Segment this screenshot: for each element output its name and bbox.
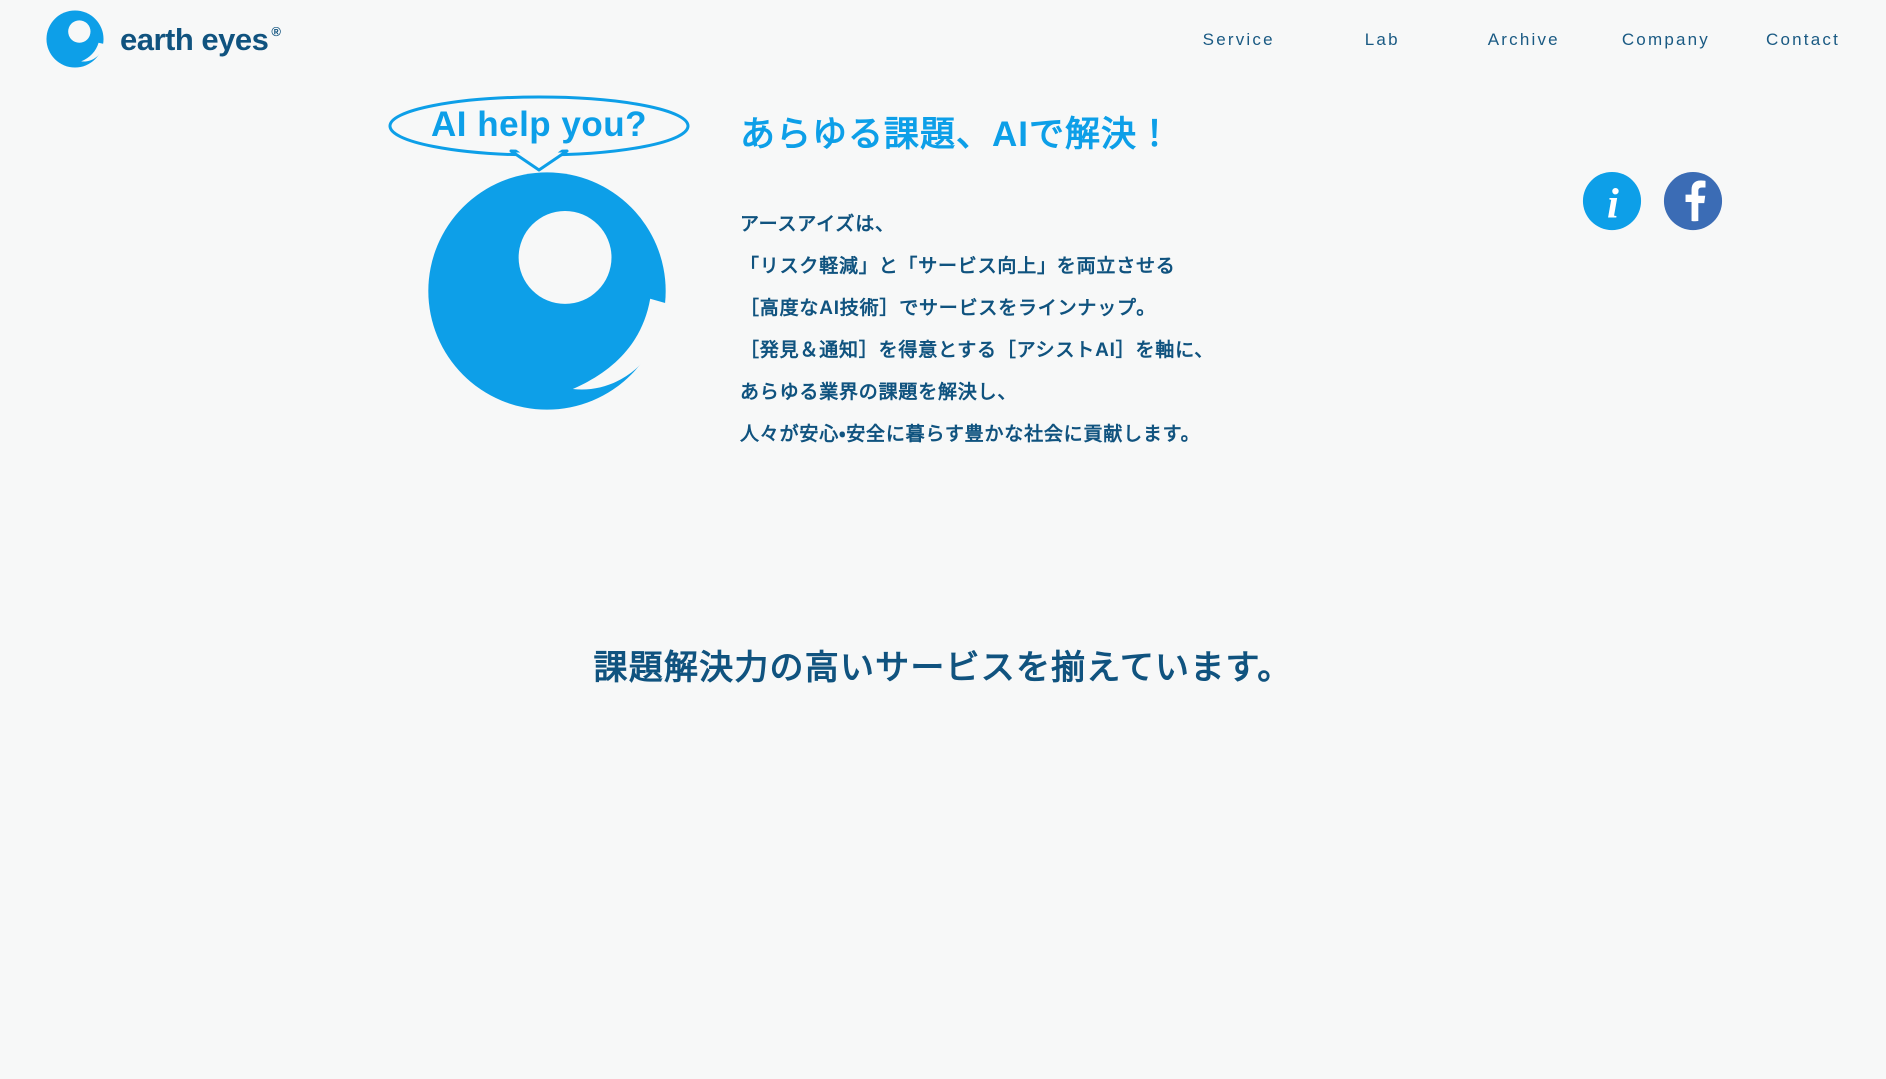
social-links: i bbox=[1581, 170, 1724, 232]
hero-copy: あらゆる課題、AIで解決！ アースアイズは、 「リスク軽減」と「サービス向上」を… bbox=[740, 92, 1214, 456]
speech-bubble-text: AI help you? bbox=[431, 105, 647, 144]
hero-body-line: アースアイズは、 bbox=[740, 214, 895, 235]
nav-item-service[interactable]: Service bbox=[1201, 26, 1277, 54]
hero-headline: あらゆる課題、AIで解決！ bbox=[740, 115, 1174, 154]
info-link[interactable]: i bbox=[1581, 170, 1643, 232]
nav-item-archive[interactable]: Archive bbox=[1486, 26, 1562, 54]
page-root: earth eyes ® Service Lab Archive Company… bbox=[0, 0, 1886, 1079]
brand-wordmark: earth eyes ® bbox=[120, 21, 281, 57]
facebook-link[interactable] bbox=[1662, 170, 1724, 232]
hero-body-line: 「リスク軽減」と「サービス向上」を両立させる bbox=[740, 256, 1176, 277]
hero-body-line: ［発見＆通知］を得意とする［アシストAI］を軸に、 bbox=[740, 340, 1215, 361]
info-icon: i bbox=[1582, 171, 1642, 231]
nav-item-lab[interactable]: Lab bbox=[1363, 26, 1402, 54]
brand-logo-link[interactable]: earth eyes ® bbox=[44, 8, 281, 70]
svg-text:i: i bbox=[1607, 180, 1619, 227]
facebook-icon bbox=[1663, 171, 1723, 231]
earth-eyes-hero-mark-icon bbox=[428, 172, 666, 410]
hero-body-line: ［高度なAI技術］でサービスをラインナップ。 bbox=[740, 298, 1157, 319]
registered-trademark-icon: ® bbox=[271, 23, 281, 39]
earth-eyes-logo-mark-icon bbox=[46, 10, 104, 68]
brand-name: earth eyes bbox=[120, 21, 269, 57]
services-section-heading: 課題解決力の高いサービスを揃えています。 bbox=[593, 649, 1293, 687]
hero-body-text: アースアイズは、 「リスク軽減」と「サービス向上」を両立させる ［高度なAI技術… bbox=[740, 204, 1214, 456]
main-navigation: Service Lab Archive Company Contact bbox=[1201, 26, 1842, 54]
hero-section: AI help you? あらゆる課題、AIで解決！ アースアイズは、 「リスク… bbox=[0, 92, 1886, 612]
speech-bubble: AI help you? bbox=[386, 94, 692, 172]
site-header: earth eyes ® Service Lab Archive Company… bbox=[0, 0, 1886, 92]
hero-body-line: あらゆる業界の課題を解決し、 bbox=[740, 382, 1018, 403]
hero-body-line: 人々が安心・安全に暮らす豊かな社会に貢献します。 bbox=[740, 424, 1201, 445]
nav-item-company[interactable]: Company bbox=[1620, 26, 1712, 54]
nav-item-contact[interactable]: Contact bbox=[1764, 26, 1842, 54]
